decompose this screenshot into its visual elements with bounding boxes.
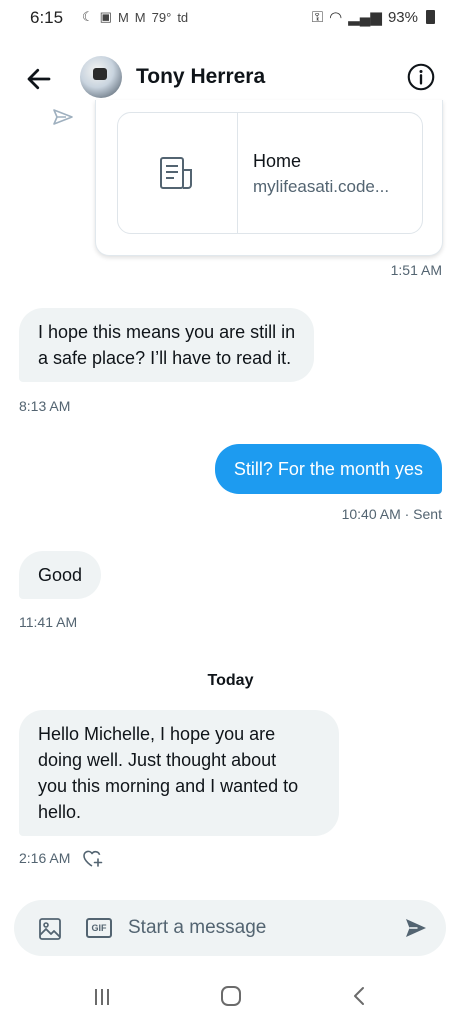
image-icon[interactable] xyxy=(38,917,62,941)
message-text-line: Hello Michelle, I hope you are xyxy=(38,724,276,744)
app-notification-icon: ▣ xyxy=(99,9,112,24)
message-timestamp: 11:41 AM xyxy=(19,614,78,630)
link-domain: mylifeasati.code... xyxy=(253,177,390,196)
gmail-icon: M xyxy=(117,9,129,25)
message-text: Still? For the month yes xyxy=(233,459,423,479)
signal-icon: ▂▄▆ xyxy=(348,9,382,26)
message-timestamp: 8:13 AM xyxy=(19,398,71,414)
battery-icon xyxy=(426,10,435,24)
status-time: 6:15 xyxy=(30,8,64,27)
outgoing-message[interactable]: Still? For the month yes xyxy=(214,444,442,494)
share-arrow-icon xyxy=(53,109,73,125)
incoming-message[interactable]: Hello Michelle, I hope you are doing wel… xyxy=(19,710,339,836)
status-notification-icons: ☾ ▣ M M 79° td xyxy=(82,9,188,25)
system-navigation-bar xyxy=(0,970,461,1024)
nav-back-icon[interactable] xyxy=(352,986,366,1006)
message-input[interactable] xyxy=(128,908,384,948)
status-system-icons: ⚿ ◠ ▂▄▆ 93% xyxy=(312,8,435,26)
info-icon[interactable] xyxy=(407,63,435,91)
message-composer: GIF xyxy=(14,900,446,956)
message-text-line: you this morning and I wanted to xyxy=(38,776,299,796)
moon-icon: ☾ xyxy=(82,9,94,24)
gif-button[interactable]: GIF xyxy=(86,918,112,938)
message-timestamp: 10:40 AM · Sent xyxy=(341,506,442,522)
message-timestamp: 1:51 AM xyxy=(390,262,442,278)
home-icon[interactable] xyxy=(221,986,241,1006)
key-icon: ⚿ xyxy=(311,8,324,26)
link-title: Home xyxy=(253,151,302,171)
day-separator: Today xyxy=(207,672,254,689)
avatar[interactable] xyxy=(80,56,122,98)
wifi-icon: ◠ xyxy=(329,9,343,26)
gmail-icon: M xyxy=(134,9,146,25)
incoming-message[interactable]: I hope this means you are still in a saf… xyxy=(19,308,315,382)
document-icon xyxy=(160,157,192,189)
shared-link-message[interactable]: Home mylifeasati.code... xyxy=(95,100,443,256)
temperature-text: 79° xyxy=(151,9,172,25)
link-thumbnail xyxy=(118,113,238,233)
recents-icon[interactable] xyxy=(94,988,110,1006)
back-arrow-icon[interactable] xyxy=(24,64,54,94)
message-text-line: doing well. Just thought about xyxy=(38,750,277,770)
conversation-header: Tony Herrera xyxy=(0,48,461,108)
message-text-line: I hope this means you are still in xyxy=(38,322,296,342)
contact-name[interactable]: Tony Herrera xyxy=(136,65,265,89)
link-preview-card[interactable]: Home mylifeasati.code... xyxy=(117,112,423,234)
message-timestamp: 2:16 AM xyxy=(19,850,71,866)
heart-plus-icon[interactable] xyxy=(80,847,104,869)
incoming-message[interactable]: Good xyxy=(19,551,102,599)
message-text: Good xyxy=(38,565,83,585)
status-bar: 6:15 ☾ ▣ M M 79° td ⚿ ◠ ▂▄▆ 93% xyxy=(0,0,461,36)
send-icon[interactable] xyxy=(404,916,428,940)
message-text-line: a safe place? I’ll have to read it. xyxy=(38,348,292,368)
carrier-text: td xyxy=(177,9,189,25)
battery-percent: 93% xyxy=(387,8,418,26)
message-text-line: hello. xyxy=(38,802,82,822)
